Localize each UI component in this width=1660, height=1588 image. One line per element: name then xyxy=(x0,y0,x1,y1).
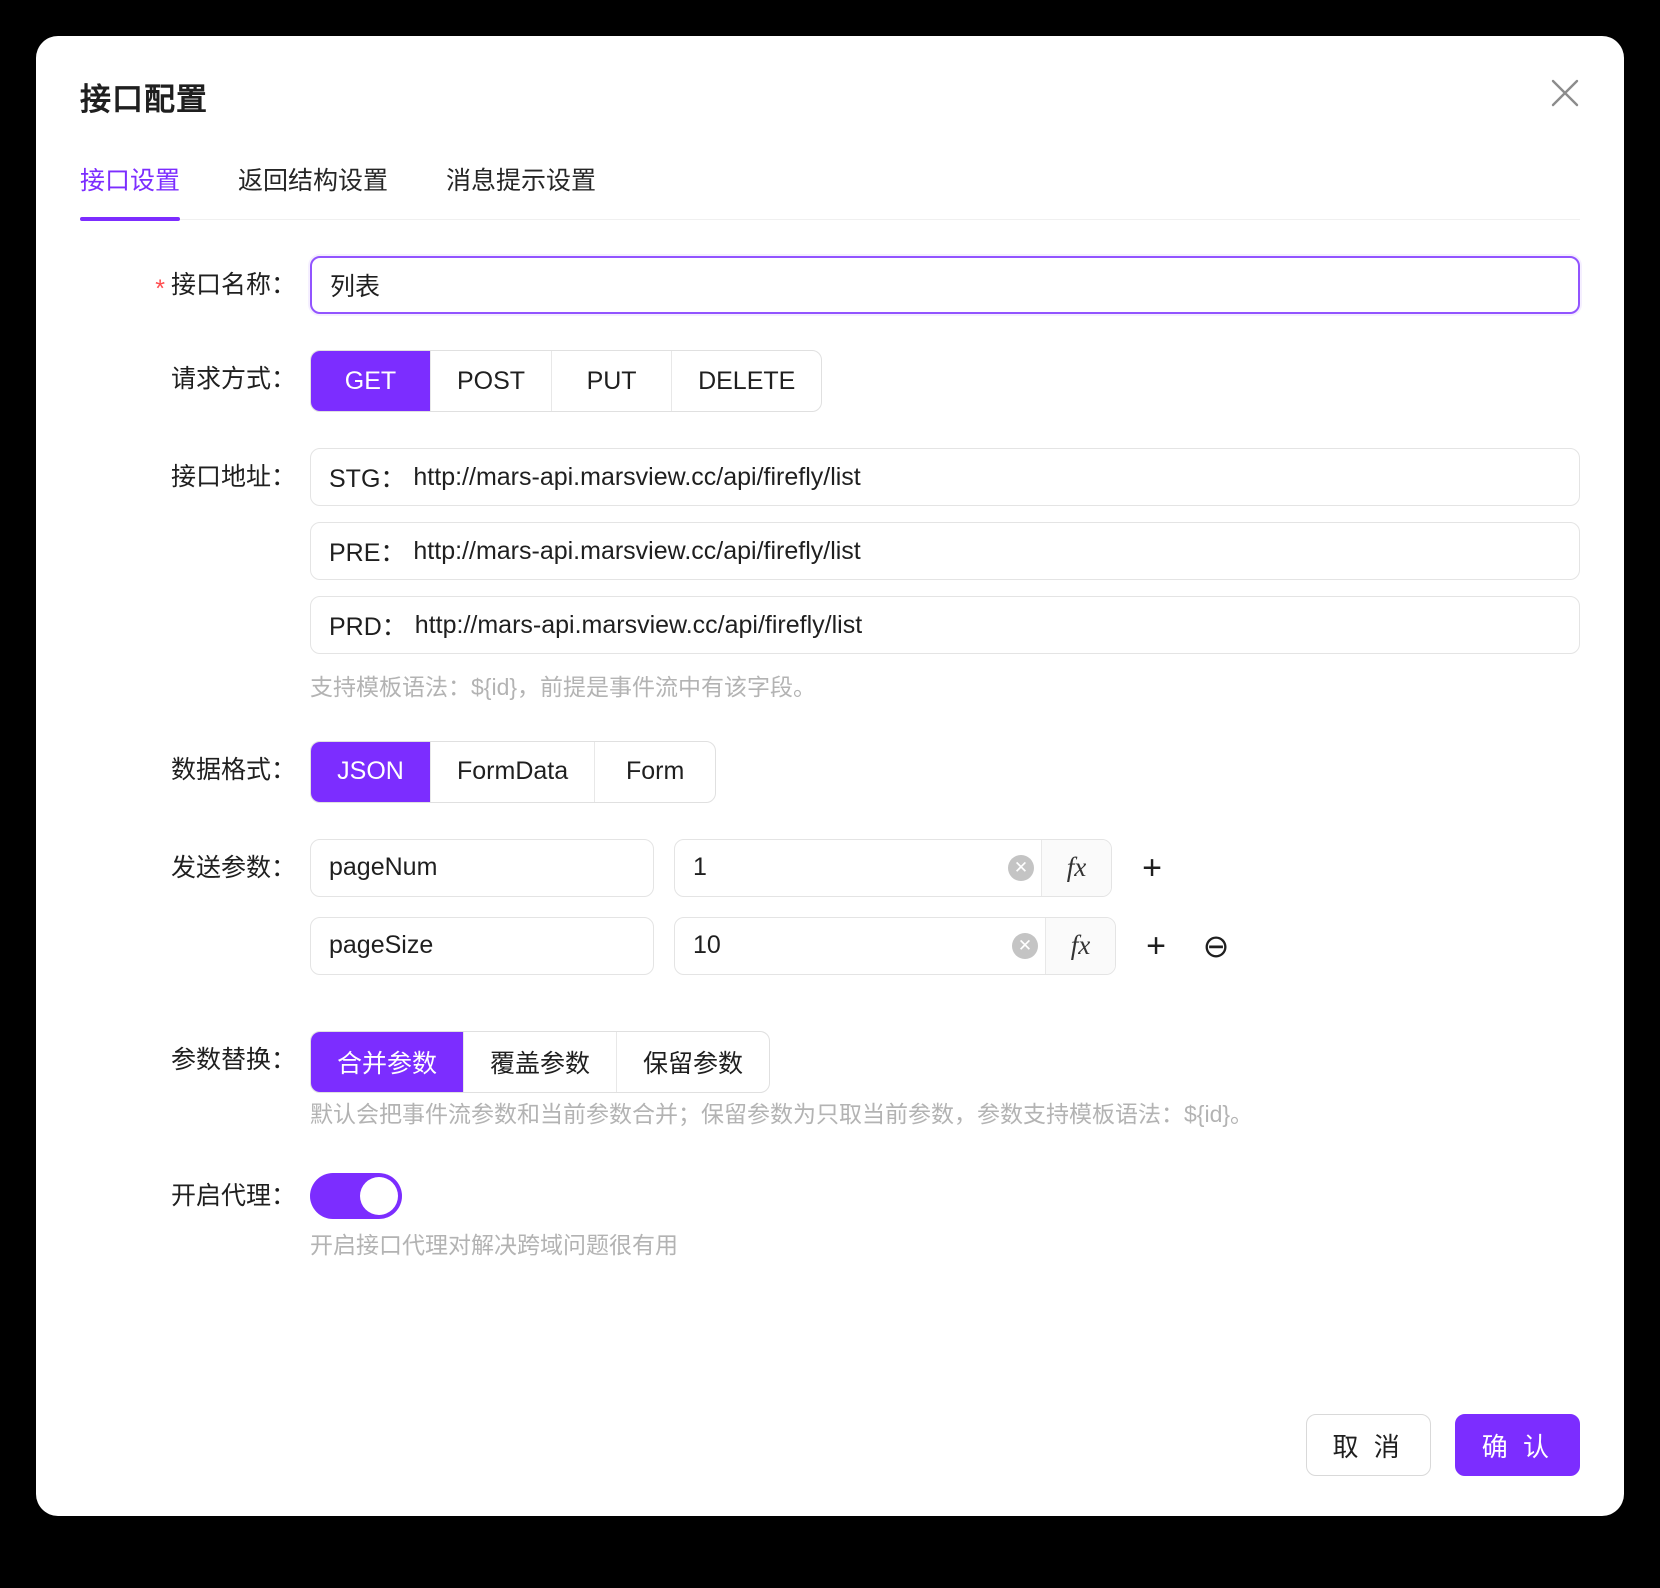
field-row-send-params: 发送参数： ✕ fx + ✕ fx xyxy=(80,838,1580,995)
confirm-button[interactable]: 确 认 xyxy=(1454,1414,1580,1476)
url-prefix-pre: PRE： xyxy=(329,539,406,567)
param-value-input-0[interactable] xyxy=(675,839,1001,896)
tab-interface-settings[interactable]: 接口设置 xyxy=(80,161,181,221)
data-format-option-json[interactable]: JSON xyxy=(311,741,431,802)
label-interface-name-text: 接口名称： xyxy=(170,271,296,299)
label-enable-proxy: 开启代理： xyxy=(170,1182,296,1210)
param-replace-option-merge[interactable]: 合并参数 xyxy=(311,1031,465,1092)
tab-bar: 接口设置 返回结构设置 消息提示设置 xyxy=(80,161,1580,221)
field-row-enable-proxy: 开启代理： 开启接口代理对解决跨域问题很有用 xyxy=(80,1167,1580,1263)
label-param-replace: 参数替换： xyxy=(170,1045,296,1074)
url-input-pre[interactable]: PRE： http://mars-api.marsview.cc/api/fir… xyxy=(310,522,1580,580)
field-row-data-format: 数据格式： JSON FormData Form xyxy=(80,740,1580,803)
method-option-delete[interactable]: DELETE xyxy=(672,351,821,411)
api-config-dialog: 接口配置 接口设置 返回结构设置 消息提示设置 *接口名称： 请求方式： xyxy=(36,36,1624,1516)
param-replace-hint: 默认会把事件流参数和当前参数合并；保留参数为只取当前参数，参数支持模板语法：${… xyxy=(310,1100,1254,1127)
method-option-put[interactable]: PUT xyxy=(552,351,673,411)
data-format-option-form[interactable]: Form xyxy=(595,742,715,802)
url-hint: 支持模板语法：${id}，前提是事件流中有该字段。 xyxy=(310,674,817,700)
param-key-input-1[interactable] xyxy=(310,916,654,975)
tab-response-structure-settings[interactable]: 返回结构设置 xyxy=(238,161,388,219)
url-prefix-prd: PRD： xyxy=(329,613,407,641)
url-prefix-stg: STG： xyxy=(329,465,406,493)
fx-button-0[interactable]: fx xyxy=(1041,839,1111,896)
field-row-interface-url: 接口地址： STG： http://mars-api.marsview.cc/a… xyxy=(80,448,1580,705)
param-replace-option-override[interactable]: 覆盖参数 xyxy=(464,1031,618,1092)
dialog-header: 接口配置 xyxy=(36,36,1624,119)
param-row: ✕ fx + xyxy=(310,838,1580,897)
label-interface-name: * 接口名称： xyxy=(80,256,310,314)
field-row-param-replace: 参数替换： 合并参数 覆盖参数 保留参数 默认会把事件流参数和当前参数合并；保留… xyxy=(80,1030,1580,1132)
add-param-icon-1[interactable]: + xyxy=(1136,926,1176,966)
enable-proxy-toggle[interactable] xyxy=(310,1173,402,1219)
label-interface-url: 接口地址： xyxy=(170,463,296,491)
label-request-method: 请求方式： xyxy=(170,365,296,393)
param-value-group-0: ✕ fx xyxy=(674,838,1112,897)
tab-message-prompt-settings[interactable]: 消息提示设置 xyxy=(446,161,596,219)
add-param-icon-0[interactable]: + xyxy=(1132,848,1172,888)
page-title: 接口配置 xyxy=(80,82,208,117)
close-icon[interactable] xyxy=(1542,70,1588,116)
url-value-stg: http://mars-api.marsview.cc/api/firefly/… xyxy=(413,462,861,491)
interface-settings-form: *接口名称： 请求方式： GET POST PUT DELETE 接口地址： xyxy=(36,256,1624,1263)
cancel-button[interactable]: 取 消 xyxy=(1305,1414,1431,1476)
field-row-interface-name: * 接口名称： xyxy=(80,256,1580,314)
param-replace-option-keep[interactable]: 保留参数 xyxy=(617,1032,769,1092)
method-option-post[interactable]: POST xyxy=(431,351,553,411)
param-key-input-0[interactable] xyxy=(310,838,654,897)
url-value-pre: http://mars-api.marsview.cc/api/firefly/… xyxy=(413,536,861,565)
param-value-input-1[interactable] xyxy=(675,917,1005,974)
required-asterisk: * xyxy=(155,275,165,303)
fx-button-1[interactable]: fx xyxy=(1045,917,1115,974)
data-format-option-formdata[interactable]: FormData xyxy=(431,741,596,802)
param-replace-segmented: 合并参数 覆盖参数 保留参数 xyxy=(310,1030,771,1093)
toggle-knob xyxy=(360,1177,398,1215)
param-value-group-1: ✕ fx xyxy=(674,916,1116,975)
field-row-request-method: 请求方式： GET POST PUT DELETE xyxy=(80,350,1580,412)
interface-name-input[interactable] xyxy=(310,256,1580,314)
enable-proxy-hint: 开启接口代理对解决跨域问题很有用 xyxy=(310,1232,678,1258)
url-input-stg[interactable]: STG： http://mars-api.marsview.cc/api/fir… xyxy=(310,448,1580,506)
remove-param-icon-1[interactable]: ⊖ xyxy=(1196,926,1236,966)
param-row: ✕ fx + ⊖ xyxy=(310,916,1580,975)
method-option-get[interactable]: GET xyxy=(311,351,431,411)
url-input-prd[interactable]: PRD： http://mars-api.marsview.cc/api/fir… xyxy=(310,596,1580,654)
clear-icon-1[interactable]: ✕ xyxy=(1005,918,1045,974)
label-data-format: 数据格式： xyxy=(170,755,296,784)
data-format-segmented: JSON FormData Form xyxy=(310,740,717,803)
dialog-footer: 取 消 确 认 xyxy=(36,1414,1624,1516)
request-method-segmented: GET POST PUT DELETE xyxy=(310,350,823,412)
label-send-params: 发送参数： xyxy=(170,853,296,882)
url-value-prd: http://mars-api.marsview.cc/api/firefly/… xyxy=(414,610,863,639)
clear-icon-0[interactable]: ✕ xyxy=(1001,840,1041,896)
